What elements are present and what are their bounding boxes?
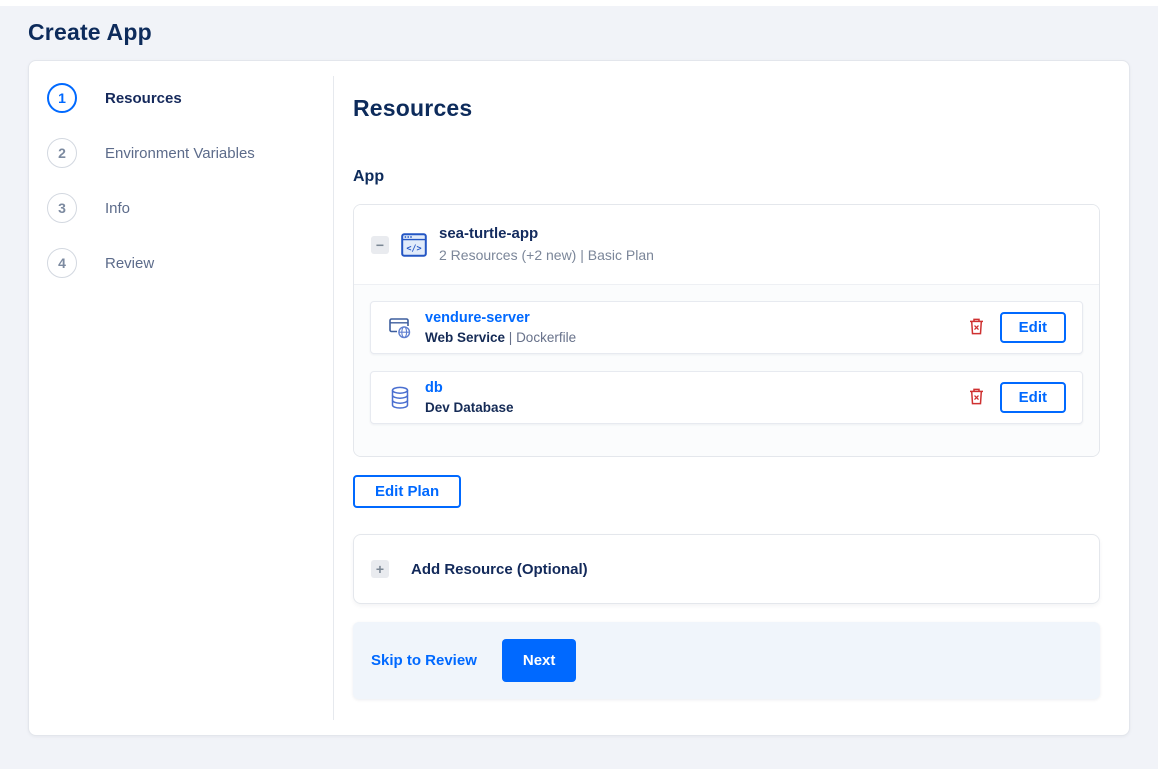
collapse-minus-icon[interactable]: −: [371, 235, 389, 254]
app-name: sea-turtle-app: [439, 225, 539, 242]
step-number-badge: 3: [47, 193, 77, 223]
step-number-badge: 4: [47, 248, 77, 278]
delete-resource-button[interactable]: [967, 316, 986, 340]
app-section-label: App: [353, 168, 385, 185]
add-resource-section[interactable]: + Add Resource (Optional): [353, 534, 1100, 604]
svg-text:</>: </>: [406, 243, 421, 253]
skip-to-review-link[interactable]: Skip to Review: [371, 652, 477, 669]
wizard-stepper: 1 Resources 2 Environment Variables 3 In…: [29, 61, 333, 735]
wizard-footer-bar: Skip to Review Next: [353, 622, 1100, 699]
resource-type: Web Service: [425, 329, 506, 345]
step-resources[interactable]: 1 Resources: [47, 83, 333, 113]
app-card-title-block: sea-turtle-app 2 Resources (+2 new) | Ba…: [439, 224, 654, 265]
app-card: − </> sea-turtle-app 2 Resources (+2 new…: [353, 204, 1100, 457]
step-heading: Resources: [353, 95, 473, 121]
step-info[interactable]: 3 Info: [47, 193, 333, 223]
edit-plan-button[interactable]: Edit Plan: [353, 475, 462, 508]
add-resource-label: Add Resource (Optional): [411, 560, 588, 578]
resource-name-link[interactable]: db: [425, 379, 443, 398]
create-app-wizard-card: 1 Resources 2 Environment Variables 3 In…: [28, 60, 1130, 736]
step-environment-variables[interactable]: 2 Environment Variables: [47, 138, 333, 168]
step-number-badge: 1: [47, 83, 77, 113]
plus-icon: +: [371, 560, 389, 578]
resource-type: Dev Database: [425, 399, 514, 415]
resource-type-line: Dev Database: [425, 399, 967, 417]
page-title: Create App: [28, 19, 152, 45]
resource-row: vendure-server Web Service | Dockerfile: [370, 301, 1083, 354]
page-header: Create App: [0, 6, 1158, 60]
resource-detail: Dockerfile: [516, 329, 577, 345]
database-icon: [387, 386, 413, 410]
step-number-badge: 2: [47, 138, 77, 168]
resource-name-link[interactable]: vendure-server: [425, 309, 530, 328]
app-card-header: − </> sea-turtle-app 2 Resources (+2 new…: [354, 205, 1099, 284]
step-label: Info: [105, 199, 131, 217]
step-label: Resources: [105, 89, 182, 107]
resource-text-block: db Dev Database: [425, 379, 967, 417]
resources-step-panel: Resources App − </> sea-turtle-app 2 Res…: [334, 61, 1129, 735]
trash-icon: [969, 318, 984, 338]
step-review[interactable]: 4 Review: [47, 248, 333, 278]
web-service-icon: [387, 316, 413, 340]
resource-type-line: Web Service | Dockerfile: [425, 329, 967, 347]
app-card-body: vendure-server Web Service | Dockerfile: [354, 284, 1099, 456]
app-meta: 2 Resources (+2 new) | Basic Plan: [439, 247, 654, 263]
edit-resource-button[interactable]: Edit: [999, 312, 1066, 343]
resource-row: db Dev Database Edit: [370, 371, 1083, 424]
resource-text-block: vendure-server Web Service | Dockerfile: [425, 309, 967, 347]
step-label: Review: [105, 254, 155, 272]
delete-resource-button[interactable]: [967, 386, 986, 410]
code-window-icon: </>: [401, 232, 427, 257]
next-button[interactable]: Next: [501, 639, 577, 682]
resource-type-separator: |: [505, 329, 517, 345]
trash-icon: [969, 388, 984, 408]
edit-resource-button[interactable]: Edit: [999, 382, 1066, 413]
step-label: Environment Variables: [105, 144, 255, 162]
